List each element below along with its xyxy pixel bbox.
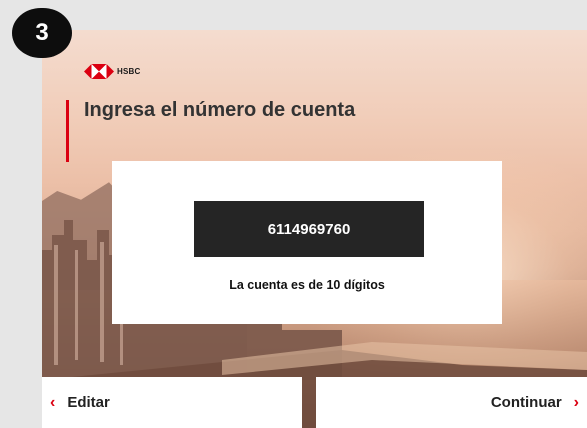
step-number-badge: 3 — [12, 8, 72, 58]
edit-button[interactable]: ‹ Editar — [42, 377, 302, 428]
account-number-display: 6114969760 — [194, 201, 424, 257]
hsbc-logo: HSBC — [84, 64, 140, 79]
page-title: Ingresa el número de cuenta — [84, 99, 356, 121]
hsbc-hexagon-logo-icon — [84, 64, 114, 79]
edit-button-label: Editar — [67, 394, 110, 411]
header: HSBC Ingresa el número de cuenta — [42, 30, 587, 162]
continue-button[interactable]: Continuar › — [316, 377, 587, 428]
title-accent-bar — [66, 100, 69, 162]
chevron-left-icon: ‹ — [50, 393, 56, 411]
chevron-right-icon: › — [573, 393, 579, 411]
account-number: 6114969760 — [267, 220, 351, 238]
account-card: 6114969760 La cuenta es de 10 dígitos — [112, 161, 502, 324]
brand-name: HSBC — [117, 67, 141, 76]
app-screen: HSBC Ingresa el número de cuenta 6114969… — [42, 30, 587, 428]
continue-button-label: Continuar — [490, 394, 562, 411]
step-number: 3 — [35, 19, 49, 46]
account-length-note: La cuenta es de 10 dígitos — [229, 278, 385, 292]
